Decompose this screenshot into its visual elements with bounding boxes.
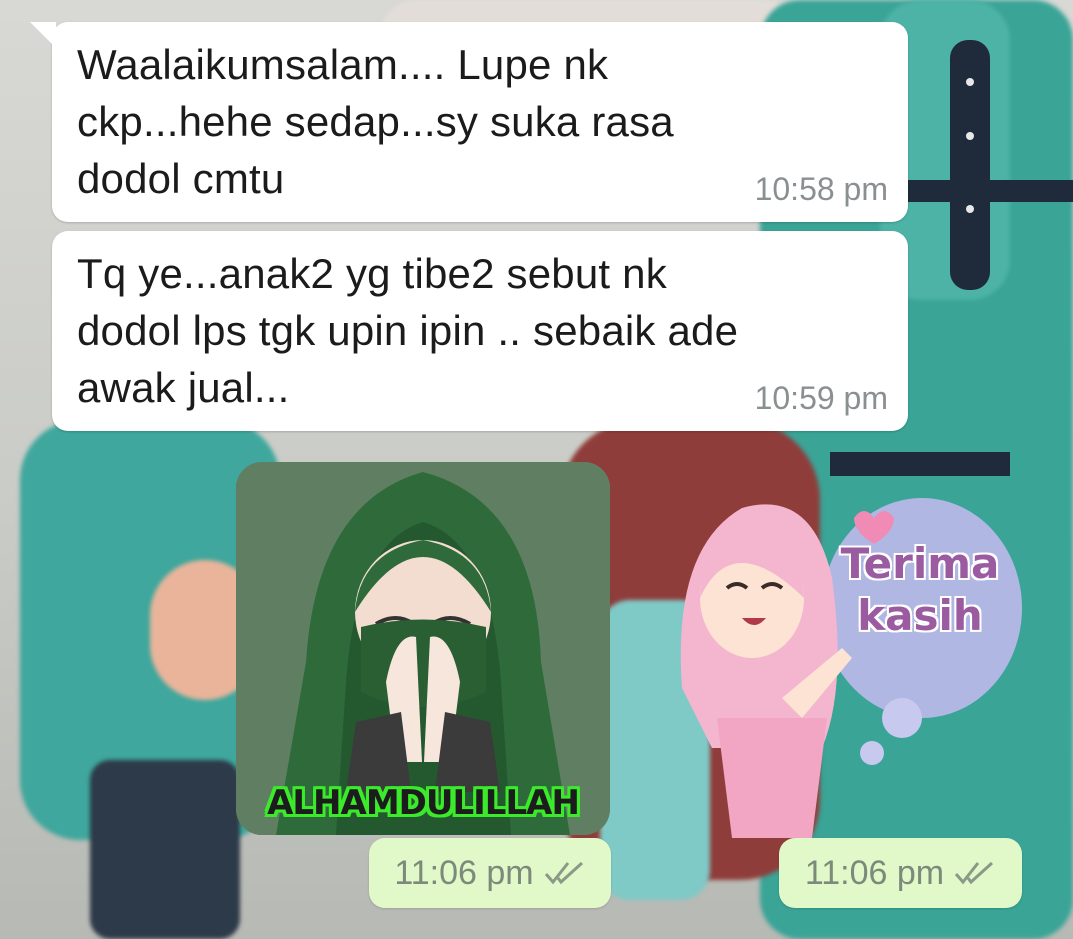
sticker-timestamp: 11:06 pm bbox=[394, 853, 534, 892]
message-text: Waalaikumsalam.... Lupe nk ckp...hehe se… bbox=[77, 41, 674, 202]
praying-hijab-girl-illustration bbox=[236, 462, 610, 835]
sticker2-caption-line2: kasih bbox=[857, 591, 983, 640]
sticker-timestamp-pill: 11:06 pm bbox=[369, 838, 611, 908]
incoming-message-bubble[interactable]: Tq ye...anak2 yg tibe2 sebut nk dodol lp… bbox=[52, 231, 908, 431]
message-timestamp: 10:59 pm bbox=[754, 380, 888, 416]
alhamdulillah-sticker[interactable]: ALHAMDULILLAH bbox=[236, 462, 610, 835]
incoming-message-bubble[interactable]: Waalaikumsalam.... Lupe nk ckp...hehe se… bbox=[30, 22, 908, 222]
double-check-icon bbox=[954, 861, 994, 885]
sticker-timestamp: 11:06 pm bbox=[804, 853, 945, 892]
message-timestamp: 10:58 pm bbox=[754, 171, 888, 207]
double-check-icon bbox=[544, 861, 583, 885]
sticker2-caption: Terima kasih bbox=[820, 538, 1020, 642]
sticker-timestamp-pill: 11:06 pm bbox=[779, 838, 1022, 908]
sticker2-caption-line1: Terima bbox=[840, 539, 1000, 588]
sticker-caption: ALHAMDULILLAH bbox=[267, 783, 580, 823]
message-text: Tq ye...anak2 yg tibe2 sebut nk dodol lp… bbox=[77, 250, 739, 411]
